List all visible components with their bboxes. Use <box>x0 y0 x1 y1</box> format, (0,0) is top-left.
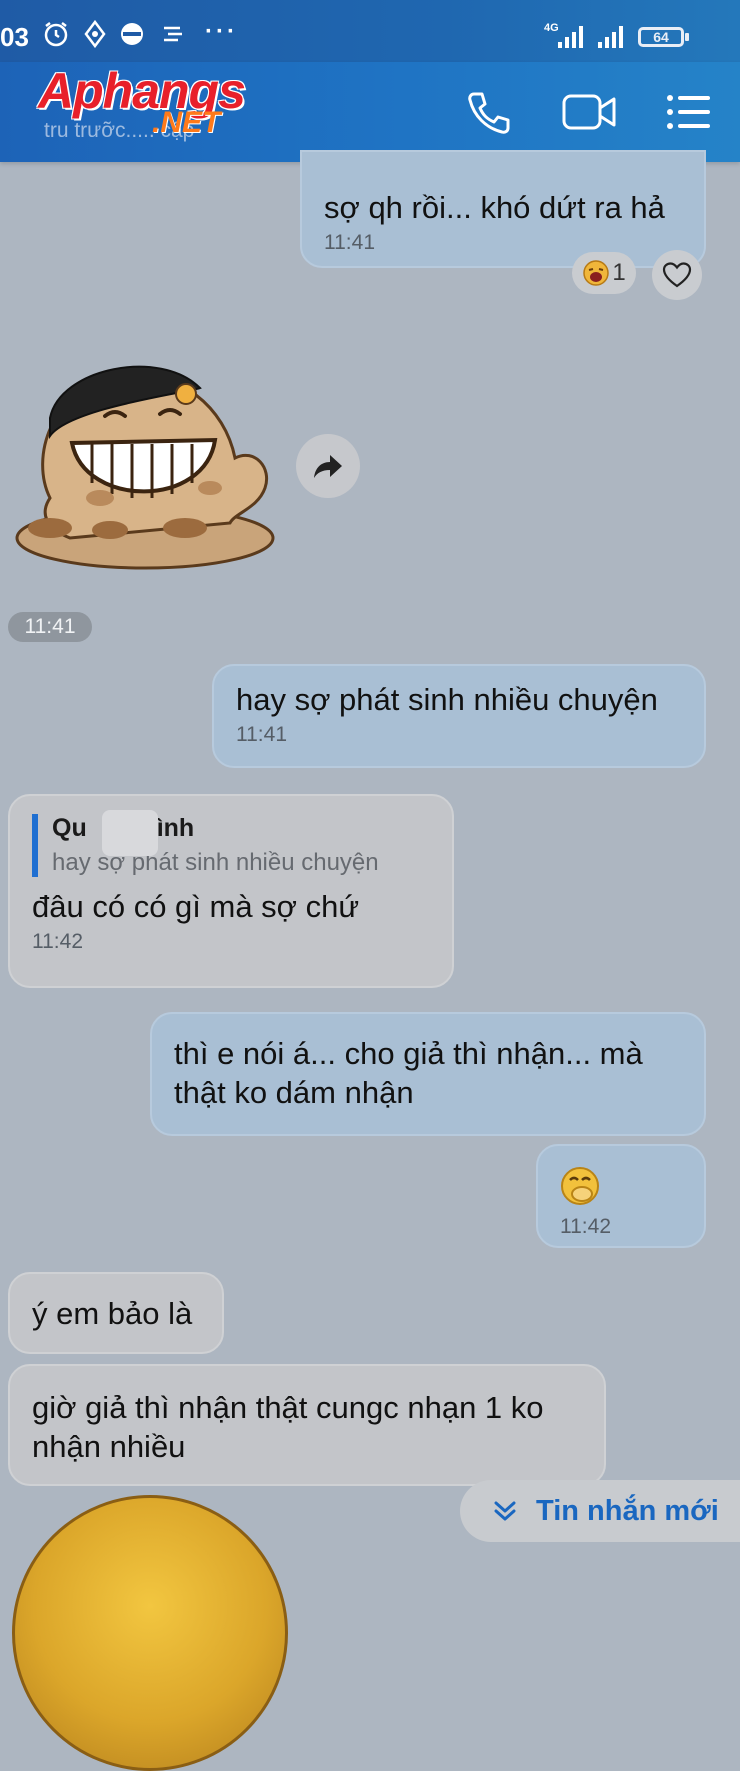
message-text: ý em bảo là <box>32 1296 193 1331</box>
signal-icon-2 <box>598 26 623 48</box>
reaction-badge[interactable]: 1 <box>572 252 636 294</box>
signal-icon-1 <box>558 26 583 48</box>
double-chevron-down-icon <box>494 1501 516 1521</box>
chat-options-button[interactable] <box>664 84 720 140</box>
watermark-logo-suffix: .NET <box>152 106 221 139</box>
hand-over-mouth-emoji-icon <box>561 1167 599 1205</box>
video-call-button[interactable] <box>560 84 616 140</box>
forward-arrow-icon <box>314 455 342 478</box>
wind-icon <box>164 26 182 42</box>
message-bubble[interactable]: sợ qh rồi... khó dứt ra hả 11:41 <box>300 150 706 268</box>
list-menu-icon <box>667 95 710 129</box>
new-messages-label: Tin nhắn mới <box>536 1494 719 1527</box>
vpn-key-icon <box>84 20 106 48</box>
message-text: giờ giả thì nhận thật cungc nhạn 1 ko nh… <box>32 1390 544 1464</box>
quoted-message[interactable]: Qu ình hay sợ phát sinh nhiều chuyện <box>32 814 430 877</box>
video-camera-icon <box>562 94 616 130</box>
forward-button[interactable] <box>296 434 360 498</box>
message-text: thì e nói á... cho giả thì nhận... mà th… <box>174 1036 643 1110</box>
reaction-count: 1 <box>612 259 626 286</box>
message-time: 11:41 <box>236 723 287 746</box>
voice-call-button[interactable] <box>460 84 516 140</box>
heart-icon <box>662 262 692 288</box>
message-bubble[interactable]: thì e nói á... cho giả thì nhận... mà th… <box>150 1012 706 1136</box>
status-time: 03 <box>0 22 29 52</box>
message-text: đâu có có gì mà sợ chứ <box>32 889 360 924</box>
sticker-image[interactable] <box>10 348 280 578</box>
status-bar: 03 ··· 4G 64 <box>0 0 740 62</box>
message-bubble[interactable]: ý em bảo là <box>8 1272 224 1354</box>
chat-header: tru trưỡc..... cập Aphangs .NET <box>0 62 740 162</box>
laughing-emoji-icon <box>583 260 610 286</box>
data-saver-icon <box>121 23 143 45</box>
react-button[interactable] <box>652 250 702 300</box>
message-bubble[interactable]: giờ giả thì nhận thật cungc nhạn 1 ko nh… <box>8 1364 606 1486</box>
message-text: hay sợ phát sinh nhiều chuyện <box>236 682 658 717</box>
redaction-mark <box>102 810 158 856</box>
sticker-time: 11:41 <box>8 612 92 642</box>
new-messages-button[interactable]: Tin nhắn mới <box>460 1480 740 1542</box>
large-emoji-sticker[interactable] <box>12 1495 288 1771</box>
battery-indicator: 64 <box>638 27 689 47</box>
message-time: 11:42 <box>560 1215 611 1238</box>
message-text: sợ qh rồi... khó dứt ra hả <box>324 190 665 225</box>
message-bubble[interactable]: 11:42 <box>536 1144 706 1248</box>
message-time: 11:41 <box>324 231 375 254</box>
message-bubble[interactable]: Qu ình hay sợ phát sinh nhiều chuyện đâu … <box>8 794 454 988</box>
alarm-icon <box>44 22 68 47</box>
phone-icon <box>468 92 510 134</box>
more-notifications-icon: ··· <box>205 18 238 45</box>
message-time: 11:42 <box>32 930 83 953</box>
message-bubble[interactable]: hay sợ phát sinh nhiều chuyện 11:41 <box>212 664 706 768</box>
